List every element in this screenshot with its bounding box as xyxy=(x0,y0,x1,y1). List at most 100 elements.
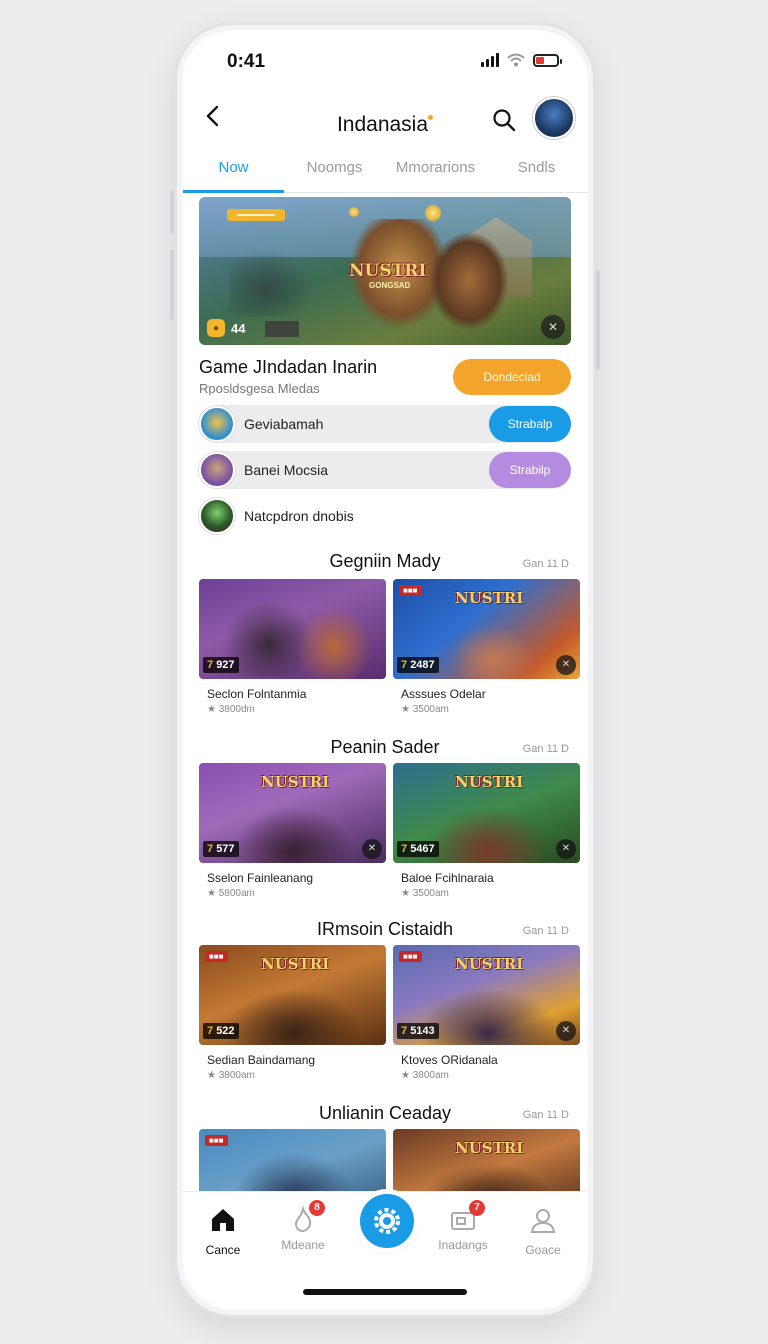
search-icon[interactable] xyxy=(491,107,517,133)
new-tag: ■■■ xyxy=(399,951,422,962)
game-thumbnail: NUSTRI 7 577 ✕ xyxy=(199,763,386,863)
game-card-meta: ★ 3500am xyxy=(401,704,449,715)
featured-game-title: Game JIndadan Inarin xyxy=(199,357,378,377)
game-avatar xyxy=(199,406,235,442)
new-tag: ■■■ xyxy=(205,1135,228,1146)
game-logo: NUSTRI xyxy=(455,955,524,973)
home-icon xyxy=(212,1209,234,1231)
list-item-label: Banei Mocsia xyxy=(244,462,329,478)
game-card[interactable]: NUSTRI 7 577 ✕ Sselon Fainleanang ★ 5800… xyxy=(199,763,386,899)
game-card-title: Asssues Odelar xyxy=(401,687,486,701)
power-button xyxy=(596,270,600,370)
notification-badge: 7 xyxy=(469,1200,485,1216)
nav-item-home[interactable]: Cance xyxy=(188,1206,258,1257)
nav-item-goace[interactable]: Goace xyxy=(508,1206,578,1257)
game-logo: NUSTRI xyxy=(455,589,524,607)
sword-icon: ✕ xyxy=(556,839,576,859)
game-card[interactable]: 7 927 Seclon Folntanmia ★ 3800dm xyxy=(199,579,386,715)
sword-icon: ✕ xyxy=(556,655,576,675)
rating-badge: 7 5467 xyxy=(397,841,439,857)
sword-icon[interactable]: ✕ xyxy=(541,315,565,339)
download-button[interactable]: Dondeciad xyxy=(453,359,571,395)
game-card-meta: ★ 5800am xyxy=(207,888,255,899)
battery-icon xyxy=(533,53,562,67)
section-see-all-link[interactable]: Gan 11 D xyxy=(523,1109,569,1121)
list-item-label: Geviabamah xyxy=(244,416,324,432)
nav-item-inadangs[interactable]: 7 Inadangs xyxy=(428,1200,498,1252)
notification-badge: 8 xyxy=(309,1200,325,1216)
tab-noomgs[interactable]: Noomgs xyxy=(284,149,385,192)
status-time: 0:41 xyxy=(227,51,266,72)
start-button[interactable]: Strabilp xyxy=(489,452,571,488)
rating-badge: 7 5143 xyxy=(397,1023,439,1039)
game-card[interactable]: ■■■ NUSTRI 7 2487 ✕ Asssues Odelar ★ 350… xyxy=(393,579,580,715)
banner-tag xyxy=(227,209,285,221)
game-thumbnail: ■■■ NUSTRI 7 2487 ✕ xyxy=(393,579,580,679)
new-tag: ■■■ xyxy=(399,585,422,596)
game-card-title: Seclon Folntanmia xyxy=(207,687,307,701)
banner-counter: ● 44 xyxy=(207,319,245,337)
section-see-all-link[interactable]: Gan 11 D xyxy=(523,558,569,570)
tab-now[interactable]: Now xyxy=(183,149,284,193)
nav-label: Cance xyxy=(205,1243,241,1257)
page-title: Indanasia xyxy=(183,113,587,137)
game-logo: NUSTRI xyxy=(261,773,330,791)
section-see-all-link[interactable]: Gan 11 D xyxy=(523,743,569,755)
screen: 0:41 Indanasia Now Noomgs Mmorarions Snd… xyxy=(183,31,587,1309)
tab-bar: Now Noomgs Mmorarions Sndls xyxy=(183,149,587,193)
nav-label: Mdeane xyxy=(281,1238,325,1252)
sword-icon: ✕ xyxy=(362,839,382,859)
list-item-label: Natcpdron dnobis xyxy=(244,508,354,524)
flame-icon: 8 xyxy=(289,1200,325,1234)
game-avatar xyxy=(199,498,235,534)
new-tag: ■■■ xyxy=(205,951,228,962)
rating-badge: 7 2487 xyxy=(397,657,439,673)
hero-banner[interactable]: NUSTRI GONGSAD ● 44 ✕ xyxy=(199,197,571,345)
game-logo: NUSTRI xyxy=(261,955,330,973)
banner-game-sublogo: GONGSAD xyxy=(369,281,411,290)
game-avatar xyxy=(199,452,235,488)
nav-label: Goace xyxy=(525,1243,561,1257)
user-icon xyxy=(530,1209,556,1233)
game-card[interactable]: ■■■ NUSTRI 7 5143 ✕ Ktoves ORidanala ★ 3… xyxy=(393,945,580,1081)
banner-progress xyxy=(265,321,299,337)
game-card-meta: ★ 3500am xyxy=(401,888,449,899)
nav-label: Inadangs xyxy=(438,1238,488,1252)
main-action-button[interactable] xyxy=(360,1194,414,1248)
game-thumbnail: 7 927 xyxy=(199,579,386,679)
trophy-icon: ● xyxy=(207,319,225,337)
banner-soldiers-art xyxy=(229,247,319,317)
rating-badge: 7 927 xyxy=(203,657,239,673)
home-indicator[interactable] xyxy=(303,1289,467,1295)
list-item[interactable]: Banei Mocsia Strabilp xyxy=(199,451,571,489)
game-card-meta: ★ 3800am xyxy=(207,1070,255,1081)
game-card-title: Sedian Baindamang xyxy=(207,1053,316,1067)
section-see-all-link[interactable]: Gan 11 D xyxy=(523,925,569,937)
coin-icon xyxy=(349,207,359,217)
list-item[interactable]: Geviabamah Strabalp xyxy=(199,405,571,443)
game-thumbnail: NUSTRI 7 5467 ✕ xyxy=(393,763,580,863)
game-card-meta: ★ 3800dm xyxy=(207,704,255,715)
game-card[interactable]: ■■■ NUSTRI 7 522 Sedian Baindamang ★ 380… xyxy=(199,945,386,1081)
game-card[interactable]: NUSTRI 7 5467 ✕ Baloe Fcihlnaraia ★ 3500… xyxy=(393,763,580,899)
nav-item-mdeane[interactable]: 8 Mdeane xyxy=(268,1200,338,1252)
list-item[interactable]: Natcpdron dnobis xyxy=(199,497,571,535)
game-card-title: Baloe Fcihlnaraia xyxy=(401,871,494,885)
status-icons xyxy=(481,53,562,67)
profile-avatar[interactable] xyxy=(533,97,575,139)
tab-sndls[interactable]: Sndls xyxy=(486,149,587,192)
game-thumbnail: ■■■ NUSTRI 7 5143 ✕ xyxy=(393,945,580,1045)
game-thumbnail: ■■■ NUSTRI 7 522 xyxy=(199,945,386,1045)
status-bar: 0:41 xyxy=(227,47,562,77)
bottom-navigation: Cance 8 Mdeane 7 Inadangs Goace xyxy=(183,1191,587,1309)
coin-icon xyxy=(425,205,441,221)
sword-icon: ✕ xyxy=(556,1021,576,1041)
start-button[interactable]: Strabalp xyxy=(489,406,571,442)
rating-badge: 7 522 xyxy=(203,1023,239,1039)
settings-gear-icon xyxy=(374,1208,400,1234)
tab-mmorarions[interactable]: Mmorarions xyxy=(385,149,486,192)
featured-game-subtitle: Rposldsgesa Mledas xyxy=(199,381,320,396)
banner-game-logo: NUSTRI xyxy=(349,261,427,281)
banner-warrior2-art xyxy=(429,231,509,331)
signal-icon xyxy=(481,53,499,67)
